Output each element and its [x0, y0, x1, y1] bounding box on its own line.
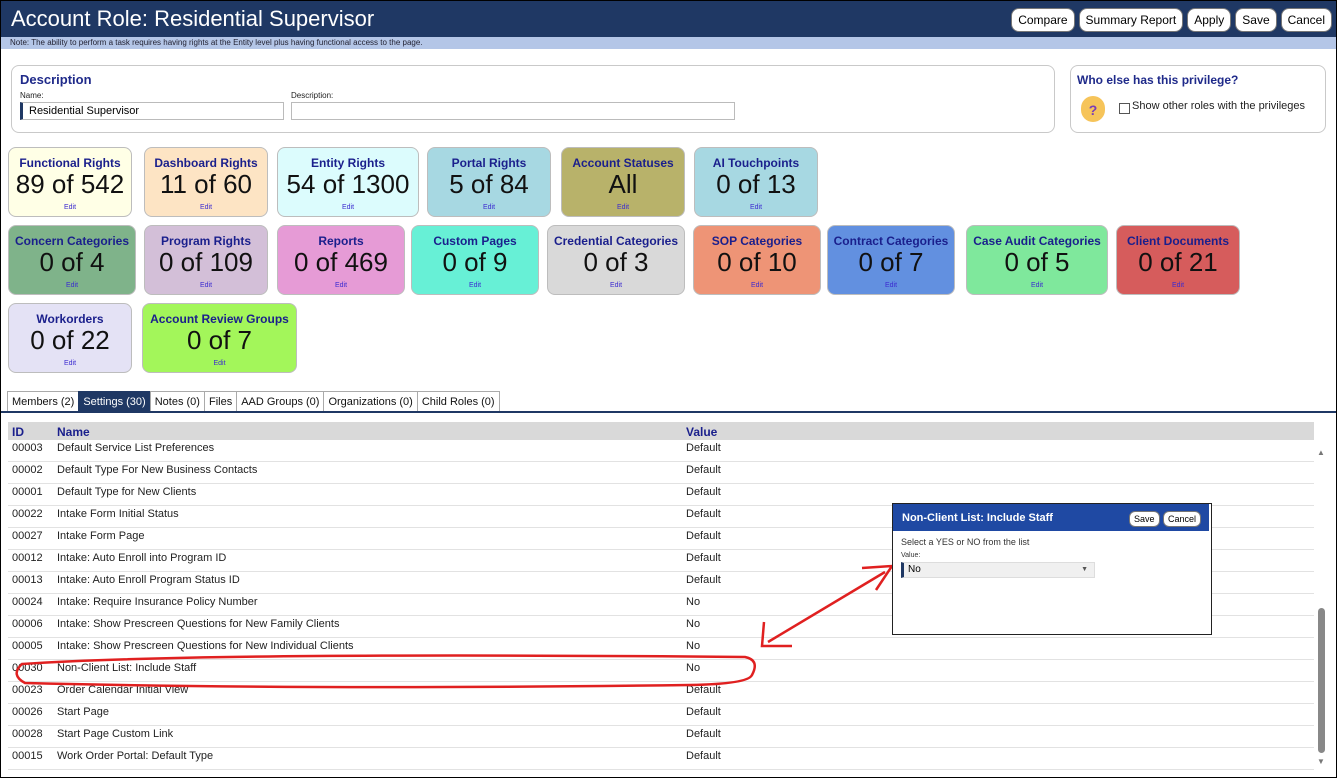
dialog-cancel-button[interactable]: Cancel [1163, 511, 1202, 527]
dialog-description: Select a YES or NO from the list [901, 537, 1030, 547]
annotation-overlay [15, 564, 895, 689]
dialog-title: Non-Client List: Include Staff [902, 512, 1053, 524]
dialog-header: Non-Client List: Include Staff Save Canc… [893, 504, 1209, 531]
dialog-value-label: Value: [901, 552, 921, 559]
chevron-down-icon[interactable]: ▼ [1081, 563, 1088, 577]
annotation-arrow-line [767, 570, 886, 644]
annotation-arrowhead-bottom [760, 621, 792, 648]
highlight-ellipse [15, 654, 757, 689]
value-select[interactable]: No ▼ [901, 562, 1095, 578]
value-select-text: No [908, 564, 921, 575]
edit-setting-dialog: Non-Client List: Include Staff Save Canc… [892, 503, 1212, 635]
dialog-save-button[interactable]: Save [1129, 511, 1160, 527]
